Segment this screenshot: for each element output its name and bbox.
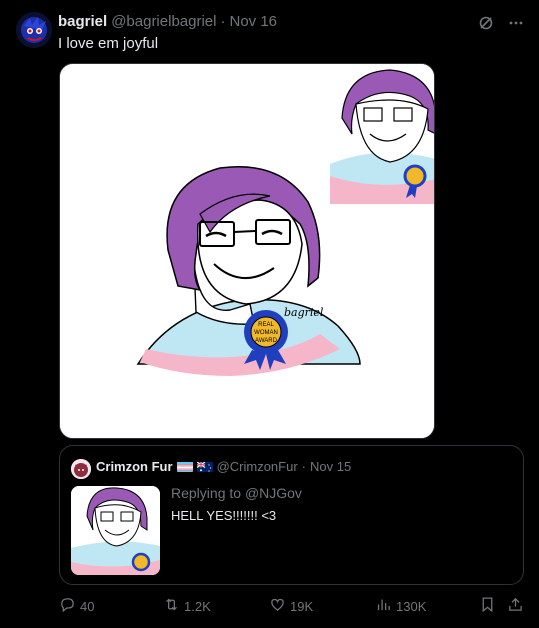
author-avatar[interactable] <box>16 12 52 48</box>
quote-author-avatar[interactable] <box>71 459 91 479</box>
like-count: 19K <box>290 598 314 614</box>
repost-button[interactable]: 1.2K <box>163 596 211 616</box>
replying-to-label: Replying to <box>171 485 242 501</box>
quote-text: HELL YES!!!!!!! <3 <box>171 508 277 523</box>
views-count: 130K <box>396 598 427 614</box>
share-icon <box>507 596 524 616</box>
reply-count: 40 <box>80 598 95 614</box>
quote-author-name[interactable]: Crimzon Fur <box>96 459 173 474</box>
replying-to: Replying to @NJGov <box>171 485 302 501</box>
tweet-top-actions <box>477 14 525 32</box>
reply-mention-link[interactable]: @NJGov <box>245 485 302 501</box>
repost-count: 1.2K <box>184 598 211 614</box>
views-icon <box>375 596 392 616</box>
inset-drawing <box>328 64 434 204</box>
australia-flag-icon <box>196 461 213 472</box>
tweet-date[interactable]: Nov 16 <box>229 13 277 30</box>
transgender-flag-icon <box>176 461 193 472</box>
tweet-header: bagriel @bagrielbagriel · Nov 16 <box>58 13 479 30</box>
like-icon <box>269 596 286 616</box>
bookmark-icon <box>479 596 496 616</box>
bookmark-button[interactable] <box>479 596 496 616</box>
quote-header: Crimzon Fur @CrimzonFur · Nov 15 <box>96 459 351 474</box>
repost-icon <box>163 596 180 616</box>
artist-signature: bagriel <box>284 306 324 319</box>
views-button[interactable]: 130K <box>375 596 426 616</box>
quote-image[interactable] <box>71 486 160 575</box>
tweet-image[interactable]: REAL WOMAN AWARD bagriel <box>59 63 435 439</box>
separator-dot: · <box>220 13 226 30</box>
tweet-text: I love em joyful <box>58 35 159 52</box>
badge-line-1: REAL <box>258 322 274 328</box>
reply-button[interactable]: 40 <box>59 596 94 616</box>
more-icon[interactable] <box>507 14 525 32</box>
quote-date[interactable]: Nov 15 <box>310 459 351 474</box>
share-button[interactable] <box>507 596 524 616</box>
badge-line-3: AWARD <box>255 338 278 344</box>
author-handle[interactable]: @bagrielbagriel <box>111 13 216 30</box>
grok-icon[interactable] <box>477 14 495 32</box>
reply-icon <box>59 596 76 616</box>
action-bar: 40 1.2K 19K 130K <box>59 596 529 616</box>
author-name[interactable]: bagriel <box>58 13 107 30</box>
quote-tweet[interactable]: Crimzon Fur @CrimzonFur · Nov 15 Replyin… <box>59 445 524 585</box>
tweet: bagriel @bagrielbagriel · Nov 16 I love … <box>0 0 539 628</box>
quote-separator-dot: · <box>301 459 306 474</box>
like-button[interactable]: 19K <box>269 596 313 616</box>
badge-line-2: WOMAN <box>254 330 278 336</box>
quote-author-handle[interactable]: @CrimzonFur <box>217 459 298 474</box>
